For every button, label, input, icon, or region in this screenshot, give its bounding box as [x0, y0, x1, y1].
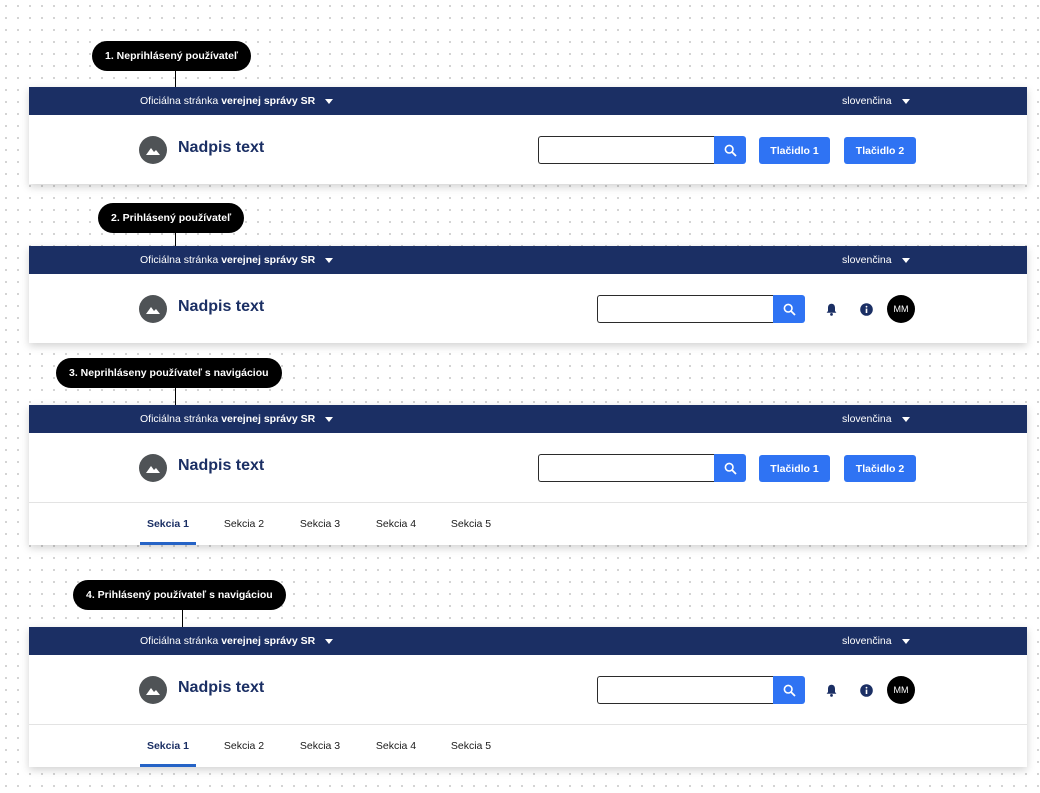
language-label: slovenčina [842, 254, 892, 266]
gov-topbar: Oficiálna stránka verejnej správy SR slo… [29, 627, 1027, 655]
search-bar [538, 454, 746, 482]
search-input[interactable] [597, 676, 773, 704]
label-connector [175, 388, 176, 405]
official-site-dropdown[interactable]: Oficiálna stránka verejnej správy SR [140, 87, 334, 115]
button-1[interactable]: Tlačidlo 1 [759, 137, 830, 164]
site-title[interactable]: Nadpis text [178, 139, 264, 157]
variant-label: 4. Prihlásený používateľ s navigáciou [73, 580, 286, 610]
header-main: Nadpis text Tlačidlo 1 Tlačidlo 2 [29, 115, 1027, 184]
button-1[interactable]: Tlačidlo 1 [759, 455, 830, 482]
bell-icon[interactable] [823, 682, 839, 698]
official-bold: verejnej správy SR [221, 635, 316, 647]
caret-down-icon [325, 257, 334, 263]
search-input[interactable] [597, 295, 773, 323]
caret-down-icon [325, 638, 334, 644]
label-connector [175, 71, 176, 87]
section-nav: Sekcia 1 Sekcia 2 Sekcia 3 Sekcia 4 Sekc… [29, 502, 1027, 545]
language-label: slovenčina [842, 635, 892, 647]
site-title[interactable]: Nadpis text [178, 679, 264, 697]
button-2[interactable]: Tlačidlo 2 [844, 137, 916, 164]
language-label: slovenčina [842, 413, 892, 425]
mountain-icon[interactable] [139, 136, 167, 164]
header-logged-in: Oficiálna stránka verejnej správy SR slo… [29, 246, 1027, 343]
button-2[interactable]: Tlačidlo 2 [844, 455, 916, 482]
caret-down-icon [901, 638, 910, 644]
caret-down-icon [901, 257, 910, 263]
section-nav: Sekcia 1 Sekcia 2 Sekcia 3 Sekcia 4 Sekc… [29, 724, 1027, 767]
label-connector [175, 233, 176, 246]
language-selector[interactable]: slovenčina [842, 246, 910, 274]
gov-topbar: Oficiálna stránka verejnej správy SR slo… [29, 405, 1027, 433]
site-title[interactable]: Nadpis text [178, 298, 264, 316]
avatar[interactable]: MM [887, 676, 915, 704]
variant-label: 3. Neprihláseny používateľ s navigáciou [56, 358, 282, 388]
nav-tab-2[interactable]: Sekcia 2 [219, 725, 269, 767]
official-prefix: Oficiálna stránka [140, 254, 219, 266]
search-bar [597, 676, 805, 704]
label-connector [182, 610, 183, 627]
nav-tab-1[interactable]: Sekcia 1 [140, 725, 196, 767]
search-input[interactable] [538, 136, 714, 164]
header-main: Nadpis text Tlačidlo 1 Tlačidlo 2 [29, 433, 1027, 502]
nav-tab-3[interactable]: Sekcia 3 [294, 503, 346, 545]
mountain-icon[interactable] [139, 676, 167, 704]
nav-tab-3[interactable]: Sekcia 3 [294, 725, 346, 767]
nav-tab-2[interactable]: Sekcia 2 [219, 503, 269, 545]
search-icon [783, 303, 796, 316]
mountain-icon[interactable] [139, 295, 167, 323]
search-icon [724, 462, 737, 475]
mountain-icon[interactable] [139, 454, 167, 482]
official-bold: verejnej správy SR [221, 254, 316, 266]
caret-down-icon [325, 416, 334, 422]
language-selector[interactable]: slovenčina [842, 405, 910, 433]
avatar[interactable]: MM [887, 295, 915, 323]
official-prefix: Oficiálna stránka [140, 95, 219, 107]
nav-tab-4[interactable]: Sekcia 4 [370, 503, 422, 545]
info-icon[interactable] [858, 682, 874, 698]
search-button[interactable] [714, 136, 746, 164]
header-guest: Oficiálna stránka verejnej správy SR slo… [29, 87, 1027, 184]
active-tab-indicator [140, 542, 196, 545]
nav-tab-4[interactable]: Sekcia 4 [370, 725, 422, 767]
language-selector[interactable]: slovenčina [842, 627, 910, 655]
official-site-dropdown[interactable]: Oficiálna stránka verejnej správy SR [140, 627, 334, 655]
variant-label: 2. Prihlásený používateľ [98, 203, 245, 233]
search-icon [783, 684, 796, 697]
search-button[interactable] [714, 454, 746, 482]
site-title[interactable]: Nadpis text [178, 457, 264, 475]
header-main: Nadpis text MM [29, 274, 1027, 343]
nav-tab-1[interactable]: Sekcia 1 [140, 503, 196, 545]
caret-down-icon [901, 98, 910, 104]
search-bar [597, 295, 805, 323]
header-main: Nadpis text MM [29, 655, 1027, 724]
language-selector[interactable]: slovenčina [842, 87, 910, 115]
header-logged-in-nav: Oficiálna stránka verejnej správy SR slo… [29, 627, 1027, 767]
gov-topbar: Oficiálna stránka verejnej správy SR slo… [29, 87, 1027, 115]
search-input[interactable] [538, 454, 714, 482]
info-icon[interactable] [858, 301, 874, 317]
caret-down-icon [325, 98, 334, 104]
bell-icon[interactable] [823, 301, 839, 317]
variant-label: 1. Neprihlásený používateľ [92, 41, 252, 71]
active-tab-indicator [140, 764, 196, 767]
language-label: slovenčina [842, 95, 892, 107]
official-site-dropdown[interactable]: Oficiálna stránka verejnej správy SR [140, 246, 334, 274]
official-prefix: Oficiálna stránka [140, 413, 219, 425]
caret-down-icon [901, 416, 910, 422]
search-button[interactable] [773, 676, 805, 704]
official-prefix: Oficiálna stránka [140, 635, 219, 647]
official-bold: verejnej správy SR [221, 95, 316, 107]
nav-tab-5[interactable]: Sekcia 5 [445, 725, 497, 767]
nav-tab-5[interactable]: Sekcia 5 [445, 503, 497, 545]
gov-topbar: Oficiálna stránka verejnej správy SR slo… [29, 246, 1027, 274]
official-bold: verejnej správy SR [221, 413, 316, 425]
search-bar [538, 136, 746, 164]
search-button[interactable] [773, 295, 805, 323]
search-icon [724, 144, 737, 157]
header-guest-nav: Oficiálna stránka verejnej správy SR slo… [29, 405, 1027, 545]
official-site-dropdown[interactable]: Oficiálna stránka verejnej správy SR [140, 405, 334, 433]
